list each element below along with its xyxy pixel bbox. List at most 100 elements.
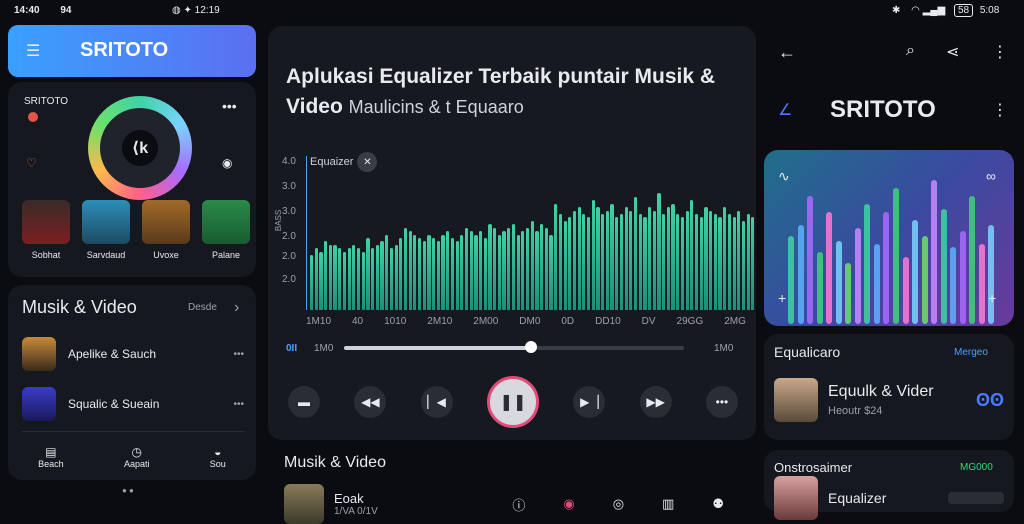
back-arrow-icon[interactable]: ←	[778, 42, 796, 63]
kebab-menu-icon[interactable]: ⋮	[992, 100, 1008, 120]
bottom-nav: ▤ Beach ◷ Aapati ◒ Sou	[8, 445, 256, 469]
visualizer-bar	[969, 196, 976, 324]
progress-track[interactable]	[344, 341, 684, 353]
equalizer-bar	[375, 244, 379, 310]
playlist-tiles: Sobhat Sarvdaud Uvoxe Palane	[22, 200, 250, 260]
speaker-icon[interactable]: ◉	[222, 156, 232, 170]
loop-icon[interactable]: ʘʘ	[976, 390, 1004, 411]
equalizer-bar	[319, 251, 323, 310]
rewind-button[interactable]: ◀◀	[354, 386, 387, 418]
more-icon[interactable]: •••	[233, 349, 244, 360]
equalizer-bar	[474, 234, 478, 310]
equalizer-bar	[380, 241, 384, 310]
visualizer-bar	[788, 236, 794, 324]
equalizer-chart	[310, 166, 756, 310]
equalizer-bar	[638, 214, 642, 310]
item-title: Equulk & Vider	[828, 383, 934, 400]
equalizer-bar	[577, 207, 581, 310]
playlist-tile[interactable]: Uvoxe	[142, 200, 190, 260]
x-axis-tick: DD10	[595, 316, 621, 327]
list-item[interactable]: Apelike & Sauch •••	[22, 337, 244, 371]
x-axis-tick: 2MG	[724, 316, 746, 327]
pause-button[interactable]: ❚❚	[486, 376, 539, 428]
next-button[interactable]: ▶▕	[573, 386, 606, 418]
wave-icon: ∿	[778, 168, 790, 184]
queue-button[interactable]: ▬	[288, 386, 320, 418]
section2-action[interactable]: MG000	[960, 462, 993, 473]
search-icon[interactable]: ⌕	[906, 42, 915, 60]
battery-badge: 58	[953, 4, 974, 17]
progress-knob[interactable]	[525, 341, 537, 353]
plus-icon[interactable]: +	[988, 290, 996, 306]
equalizer-bar	[615, 217, 619, 310]
menu-icon[interactable]: ☰	[26, 41, 40, 61]
levels-icon: 0II	[286, 343, 298, 354]
visualizer-bar	[902, 256, 909, 324]
equalizer-bar	[460, 234, 464, 310]
edit-icon[interactable]: ∠	[778, 100, 792, 120]
playlist-tile[interactable]: Sobhat	[22, 200, 70, 260]
visualizer-bar	[797, 224, 804, 324]
list-item[interactable]: Equulk & Vider Heoutr $24 ʘʘ	[774, 378, 1004, 422]
equalizer-bar	[544, 227, 548, 310]
nav-item-beach[interactable]: ▤ Beach	[38, 445, 64, 469]
equalizer-bar	[371, 248, 375, 310]
heart-icon[interactable]: ♡	[26, 156, 37, 170]
share-icon[interactable]: ⋖	[946, 42, 959, 62]
kebab-menu-icon[interactable]: ⋮	[992, 42, 1008, 62]
equalizer-bar	[446, 231, 450, 310]
equalizer-bar	[525, 227, 530, 310]
x-axis-tick: 0D	[561, 316, 575, 327]
equalizer-bar	[572, 210, 577, 310]
nav-item-aapati[interactable]: ◷ Aapati	[124, 445, 150, 469]
equalizer-bar	[713, 214, 717, 310]
section-action[interactable]: Desde	[188, 302, 217, 313]
equalizer-icon[interactable]: ▥	[662, 496, 674, 512]
nav-item-sou[interactable]: ◒ Sou	[210, 445, 226, 469]
y-axis-tick: 3.0	[282, 206, 296, 217]
equalizer-bar	[619, 214, 624, 310]
equalizer-bar	[741, 220, 746, 310]
equalizer-bar	[361, 251, 365, 310]
equalizer-bar	[488, 224, 492, 310]
equalizer-bar	[568, 217, 572, 310]
status-bar-left: 14:40 94	[14, 5, 71, 16]
chevron-right-icon[interactable]: ›	[234, 299, 239, 317]
equalizer-bar	[436, 241, 440, 310]
equalizer-bar	[507, 227, 511, 310]
chart-cursor	[306, 156, 307, 310]
equalizer-bar	[737, 210, 741, 310]
disc-icon[interactable]: ◎	[613, 496, 624, 512]
card-action[interactable]: Mergeo	[954, 347, 988, 358]
more-icon[interactable]: •••	[233, 399, 244, 410]
playlist-tile[interactable]: Sarvdaud	[82, 200, 130, 260]
info-icon[interactable]: ⓘ	[512, 495, 525, 514]
list-item[interactable]: Squalic & Sueain •••	[22, 387, 244, 421]
equalizer-bar	[441, 234, 445, 310]
visualizer-bar	[921, 236, 928, 324]
equalizer-bar	[558, 214, 562, 310]
album-ring: ⟨k	[88, 96, 192, 200]
visualizer-bar	[959, 231, 966, 324]
equalizer-bar	[582, 214, 586, 310]
record-icon[interactable]: ◉	[563, 496, 574, 512]
mini-bar	[948, 492, 1004, 504]
equalizer-bar	[610, 203, 614, 310]
y-axis-title: BASS	[274, 209, 284, 232]
plus-icon[interactable]: +	[778, 290, 786, 306]
visualizer-bar	[807, 196, 814, 324]
x-axis-tick: 2M00	[473, 316, 499, 327]
more-icon[interactable]: •••	[222, 98, 237, 114]
track-title: Eoak	[334, 491, 364, 506]
list-item[interactable]: Equalizer	[774, 476, 1004, 520]
playlist-tile[interactable]: Palane	[202, 200, 250, 260]
equalizer-bar	[422, 241, 426, 310]
users-icon[interactable]: ⚉	[712, 496, 724, 512]
equalizer-bar	[356, 248, 361, 310]
more-button[interactable]: •••	[705, 386, 738, 418]
visualizer-bar	[854, 228, 861, 324]
center-track-row[interactable]: Eoak 1/VA 0/1V ⓘ ◉ ◎ ▥ ⚉	[284, 484, 744, 524]
x-axis-tick: 1010	[384, 316, 407, 327]
previous-button[interactable]: ▏◀	[420, 386, 453, 418]
fast-forward-button[interactable]: ▶▶	[639, 386, 672, 418]
